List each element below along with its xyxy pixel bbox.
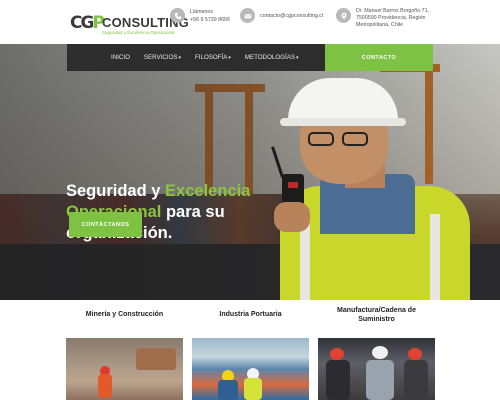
worker-figure [372, 346, 388, 359]
card-title: Manufactura/Cadena de Suministro [318, 300, 435, 329]
address-line-1: Dr. Manuel Barros Borgoño 71, [356, 8, 430, 14]
industry-card-mining[interactable]: Minería y Construcción [66, 300, 183, 400]
nav-item-servicios[interactable]: SERVICIOS▾ [144, 54, 181, 61]
card-title: Minería y Construcción [66, 300, 183, 329]
worker-figure [326, 360, 350, 400]
main-navigation: INICIO SERVICIOS▾ FILOSOFÍA▾ METODOLOGÍA… [67, 44, 325, 71]
worker-figure [244, 378, 262, 400]
card-title: Industria Portuaria [192, 300, 309, 329]
mail-icon [240, 8, 255, 23]
worker-figure [218, 380, 238, 400]
site-header: CGP CONSULTING Seguridad y Excelencia Op… [0, 0, 500, 44]
address-line-2: 7500590 Providencia, Región [356, 15, 426, 21]
worker-figure [98, 374, 112, 398]
radio-antenna [271, 146, 284, 178]
phone-label: Llámenos [190, 9, 213, 15]
hard-hat-brim [280, 118, 406, 126]
industry-card-manufacturing[interactable]: Manufactura/Cadena de Suministro [318, 300, 435, 400]
chevron-down-icon: ▾ [295, 55, 299, 61]
vest-stripe [430, 214, 440, 300]
walkie-talkie-button [288, 182, 298, 188]
worker-figure [330, 348, 344, 360]
card-image-mining [66, 338, 183, 400]
excavator-shape [136, 348, 176, 370]
chevron-down-icon: ▾ [178, 55, 182, 61]
card-image-manufacturing [318, 338, 435, 400]
hero-banner: Seguridad y Excelencia Operacional para … [0, 44, 500, 300]
hero-contact-button[interactable]: CONTÁCTANOS [69, 212, 142, 237]
chevron-down-icon: ▾ [228, 55, 231, 61]
worker-figure [404, 360, 428, 400]
worker-glasses [304, 132, 384, 146]
industry-card-port[interactable]: Industria Portuaria [192, 300, 309, 400]
address-line-3: Metropolitana, Chile [356, 22, 404, 28]
nav-contact-button[interactable]: CONTACTO [325, 44, 433, 71]
email-address[interactable]: contacto@cgpconsulting.cl [260, 13, 323, 20]
nav-item-filosofia[interactable]: FILOSOFÍA▾ [195, 54, 231, 61]
company-logo[interactable]: CGP CONSULTING Seguridad y Excelencia Op… [70, 11, 189, 37]
nav-item-inicio[interactable]: INICIO [111, 54, 130, 61]
worker-hand [274, 202, 310, 232]
worker-figure [408, 348, 422, 360]
phone-number[interactable]: +56 9 5739 8606 [190, 17, 230, 24]
phone-icon [170, 8, 185, 23]
location-pin-icon [336, 8, 351, 23]
worker-illustration [260, 74, 470, 300]
card-image-port [192, 338, 309, 400]
logo-tagline: Seguridad y Excelencia Operacional [102, 30, 175, 35]
logo-mark: CGP [70, 13, 105, 33]
nav-item-metodologias[interactable]: METODOLOGÍAS▾ [245, 54, 299, 61]
worker-figure [366, 360, 394, 400]
